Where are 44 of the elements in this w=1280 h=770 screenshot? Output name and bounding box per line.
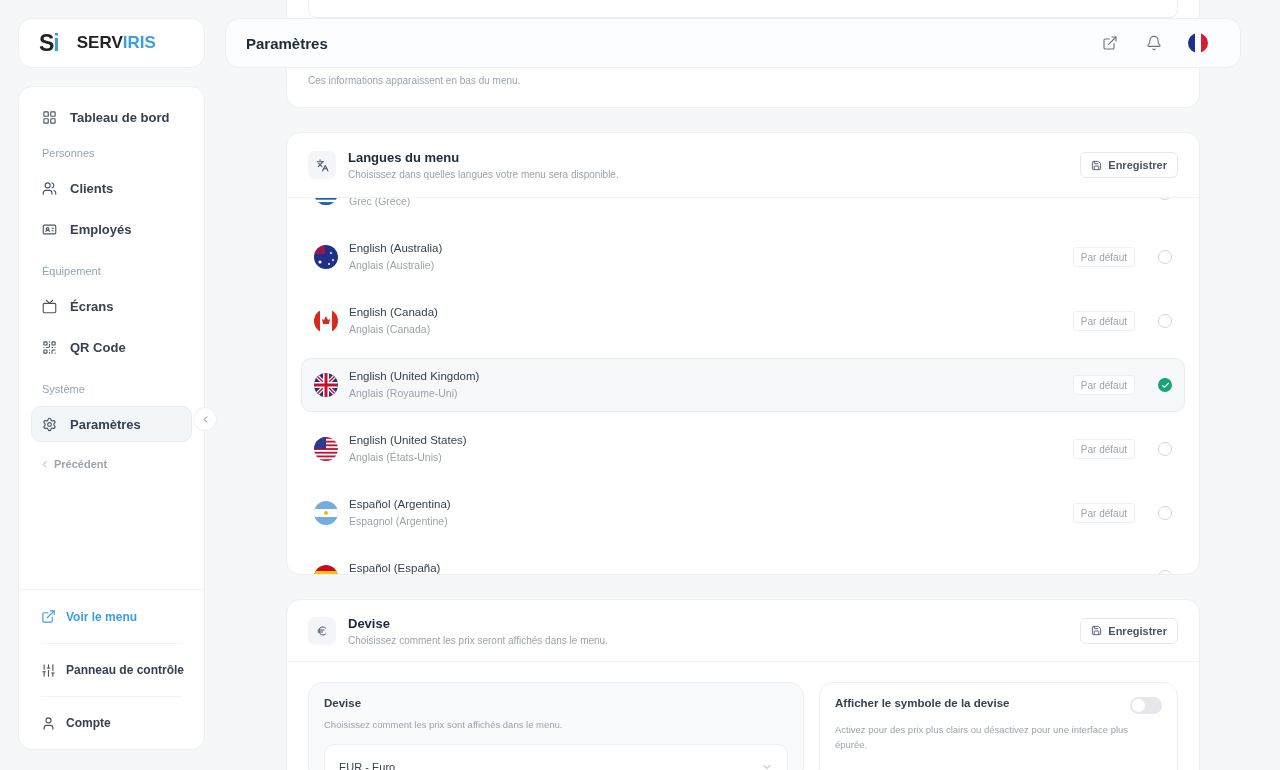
language-row[interactable]: English (United Kingdom) Anglais (Royaume-Uni) Par défaut bbox=[301, 358, 1185, 412]
help-text: Choisissez comment les prix sont affichés dans le menu. bbox=[324, 718, 564, 732]
save-button[interactable]: Enregistrer bbox=[1080, 617, 1178, 644]
footer-link[interactable]: Compte bbox=[41, 696, 182, 749]
language-row[interactable]: English (Canada) Anglais (Canada) Par défaut bbox=[301, 294, 1185, 348]
logo-mark: Si bbox=[39, 29, 59, 57]
card-subtitle: Choisissez comment les prix seront affichés dans le menu. bbox=[348, 634, 609, 646]
card-title: Langues du menu bbox=[348, 150, 461, 165]
footer-link[interactable]: Panneau de contrôle bbox=[41, 643, 182, 696]
nav-item[interactable]: Clients bbox=[31, 168, 192, 208]
language-row[interactable]: Español (España) bbox=[301, 550, 1185, 574]
language-subtitle: Anglais (Royaume-Uni) bbox=[349, 387, 459, 400]
language-subtitle: Anglais (Australie) bbox=[349, 259, 436, 272]
setting-label: Afficher le symbole de la devise bbox=[835, 697, 1010, 709]
language-name: English (United Kingdom) bbox=[349, 370, 481, 384]
section-label: Équipement bbox=[41, 264, 102, 279]
logo-text: SERVIRIS bbox=[76, 33, 156, 53]
page-title: Paramètres bbox=[246, 34, 329, 52]
language-subtitle: Anglais (Canada) bbox=[349, 323, 432, 336]
language-subtitle: Grec (Grèce) bbox=[349, 198, 412, 208]
language-subtitle: Espagnol (Argentine) bbox=[349, 515, 449, 528]
nav-item[interactable]: Employés bbox=[31, 209, 192, 249]
help-text: Ces informations apparaissent en bas du menu. bbox=[308, 75, 522, 86]
card-subtitle: Choisissez dans quelles langues votre menu sera disponible. bbox=[348, 169, 620, 180]
language-row[interactable]: Español (Argentina) Espagnol (Argentine) Par défaut bbox=[301, 486, 1185, 540]
nav-item[interactable]: Écrans bbox=[31, 286, 192, 326]
language-row[interactable]: English (Australia) Anglais (Australie) Par défaut bbox=[301, 230, 1185, 284]
language-name: English (United States) bbox=[349, 434, 468, 448]
field-label: Devise bbox=[324, 697, 363, 709]
help-text: Activez pour des prix plus clairs ou désactivez pour une interface plus épurée. bbox=[835, 723, 1130, 752]
language-row[interactable]: English (United States) Anglais (États-Unis) Par défaut bbox=[301, 422, 1185, 476]
language-subtitle: Anglais (États-Unis) bbox=[349, 451, 443, 464]
currency-select[interactable]: EUR - Euro bbox=[324, 744, 788, 770]
nav-item[interactable]: Paramètres bbox=[31, 406, 192, 442]
language-name: Español (Argentina) bbox=[349, 498, 452, 512]
nav-item[interactable]: Tableau de bord bbox=[31, 97, 192, 137]
language-name: Español (España) bbox=[349, 562, 442, 574]
card-title: Devise bbox=[348, 615, 391, 631]
language-name: English (Canada) bbox=[349, 306, 439, 320]
save-button[interactable]: Enregistrer bbox=[1080, 152, 1178, 178]
nav-item[interactable]: QR Code bbox=[31, 327, 192, 367]
language-name: English (Australia) bbox=[349, 242, 444, 256]
section-label: Système bbox=[41, 382, 86, 397]
section-label: Personnes bbox=[41, 146, 96, 161]
